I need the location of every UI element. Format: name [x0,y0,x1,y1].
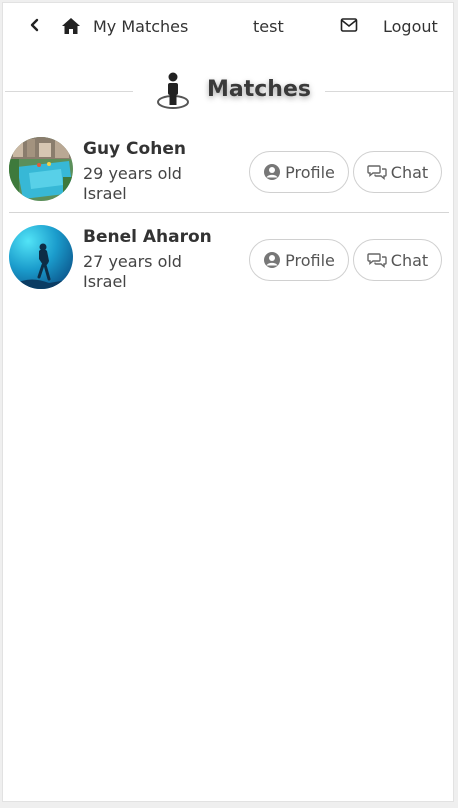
nav-username[interactable]: test [253,17,284,36]
chat-button-label: Chat [390,162,429,182]
match-age: 29 years old [83,164,182,183]
chat-button-label: Chat [390,250,429,270]
nav-my-matches-link[interactable]: My Matches [93,17,188,36]
home-icon[interactable] [61,17,81,35]
chevron-left-icon[interactable] [27,17,43,33]
app-frame: My Matches test Logout Matches Guy Cohen… [2,2,454,802]
comments-icon [367,253,387,268]
logout-link[interactable]: Logout [383,17,438,36]
match-name[interactable]: Guy Cohen [83,139,186,159]
match-country: Israel [83,272,127,291]
envelope-icon[interactable] [340,17,358,33]
avatar[interactable] [9,137,73,201]
person-standing-icon [157,72,189,109]
chat-button[interactable]: Chat [353,151,442,193]
match-country: Israel [83,184,127,203]
row-divider [9,212,449,213]
user-circle-icon [264,252,281,268]
avatar[interactable] [9,225,73,289]
comments-icon [367,165,387,180]
page-title: Matches [207,77,311,102]
profile-button[interactable]: Profile [249,239,349,281]
chat-button[interactable]: Chat [353,239,442,281]
profile-button-label: Profile [285,162,335,182]
match-row: Guy Cohen 29 years old Israel Profile Ch… [7,133,449,219]
match-age: 27 years old [83,252,182,271]
match-name[interactable]: Benel Aharon [83,227,212,247]
heading-divider-left [5,91,133,92]
profile-button[interactable]: Profile [249,151,349,193]
profile-button-label: Profile [285,250,335,270]
user-circle-icon [264,164,281,180]
top-navbar: My Matches test Logout [3,3,453,51]
match-row: Benel Aharon 27 years old Israel Profile… [7,221,449,307]
heading-divider-right [325,91,453,92]
